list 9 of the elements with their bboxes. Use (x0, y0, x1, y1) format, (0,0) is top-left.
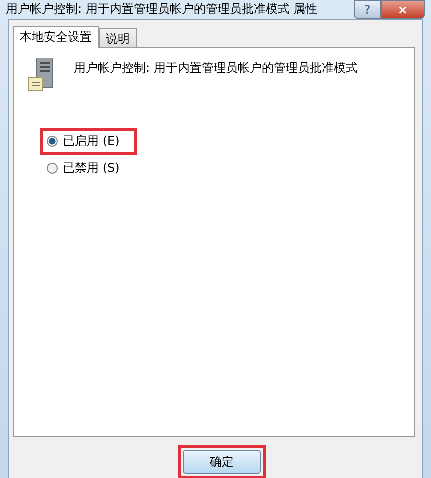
help-button[interactable]: ? (354, 0, 381, 19)
tab[interactable]: 说明 (99, 28, 137, 47)
radio-option[interactable]: 已禁用 (S) (47, 160, 120, 177)
tab[interactable]: 本地安全设置 (13, 26, 99, 48)
policy-name: 用户帐户控制: 用于内置管理员帐户的管理员批准模式 (74, 60, 358, 77)
ok-button[interactable]: 确定 (183, 450, 261, 474)
window-title: 用户帐户控制: 用于内置管理员帐户的管理员批准模式 属性 (6, 1, 318, 18)
radio-option[interactable]: 已启用 (E) (47, 133, 120, 150)
server-icon (28, 58, 56, 92)
